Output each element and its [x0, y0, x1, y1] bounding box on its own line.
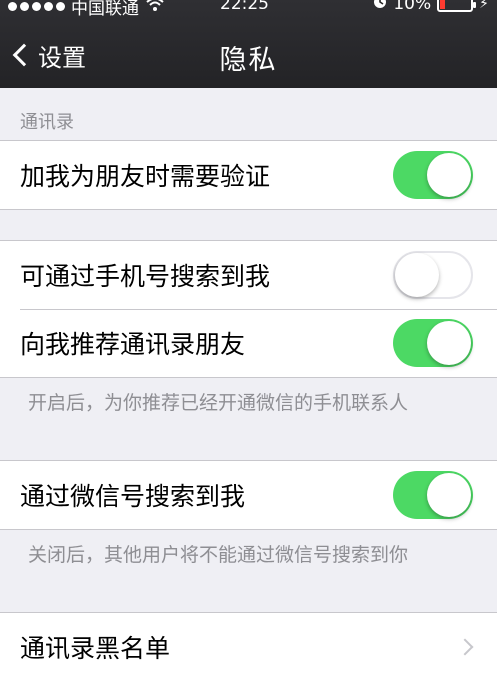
status-bar: 中国联通 22:25 10% ⚡ — [0, 0, 497, 19]
wifi-icon — [145, 0, 165, 17]
phone-search-label: 可通过手机号搜索到我 — [20, 262, 271, 291]
blacklist-group: 通讯录黑名单 — [0, 612, 497, 678]
verify-toggle[interactable] — [393, 151, 473, 199]
blacklist-label: 通讯录黑名单 — [20, 634, 171, 663]
section-header-contacts: 通讯录 — [20, 112, 74, 133]
toggle-knob — [427, 153, 471, 197]
charging-bolt-icon: ⚡ — [479, 0, 489, 12]
recommend-label: 向我推荐通讯录朋友 — [20, 330, 246, 359]
toggle-knob — [427, 321, 471, 365]
top-bar: 中国联通 22:25 10% ⚡ 设置 隐私 — [0, 0, 497, 88]
privacy-settings-screen: 中国联通 22:25 10% ⚡ 设置 隐私 通讯录 加我为朋友时需要验证 可通… — [0, 0, 497, 678]
cell-require-verification: 加我为朋友时需要验证 — [0, 141, 497, 209]
recommend-footer: 开启后，为你推荐已经开通微信的手机联系人 — [28, 392, 409, 414]
cell-contacts-blacklist[interactable]: 通讯录黑名单 — [0, 613, 497, 678]
carrier-name: 中国联通 — [71, 0, 139, 19]
toggle-knob — [427, 473, 471, 517]
cell-wechat-id-search: 通过微信号搜索到我 — [0, 461, 497, 529]
wechat-id-toggle[interactable] — [393, 471, 473, 519]
disclosure-chevron-icon — [456, 638, 474, 656]
verify-group: 加我为朋友时需要验证 — [0, 140, 497, 210]
recommend-toggle[interactable] — [393, 319, 473, 367]
toggle-knob — [395, 253, 439, 297]
cell-recommend-contacts: 向我推荐通讯录朋友 — [0, 309, 497, 377]
battery-percent: 10% — [393, 0, 432, 14]
verify-label: 加我为朋友时需要验证 — [20, 162, 271, 191]
phone-search-toggle[interactable] — [393, 251, 473, 299]
status-time: 22:25 — [220, 0, 269, 14]
wechat-id-group: 通过微信号搜索到我 — [0, 460, 497, 530]
navigation-bar: 设置 隐私 — [0, 30, 497, 80]
alarm-icon — [373, 0, 387, 14]
wechat-id-footer: 关闭后，其他用户将不能通过微信号搜索到你 — [28, 544, 409, 566]
cell-phone-search: 可通过手机号搜索到我 — [0, 241, 497, 309]
signal-dots-icon — [8, 2, 65, 11]
page-title: 隐私 — [219, 45, 278, 76]
wechat-id-label: 通过微信号搜索到我 — [20, 482, 246, 511]
battery-icon — [437, 0, 477, 12]
discovery-group: 可通过手机号搜索到我 向我推荐通讯录朋友 — [0, 240, 497, 378]
